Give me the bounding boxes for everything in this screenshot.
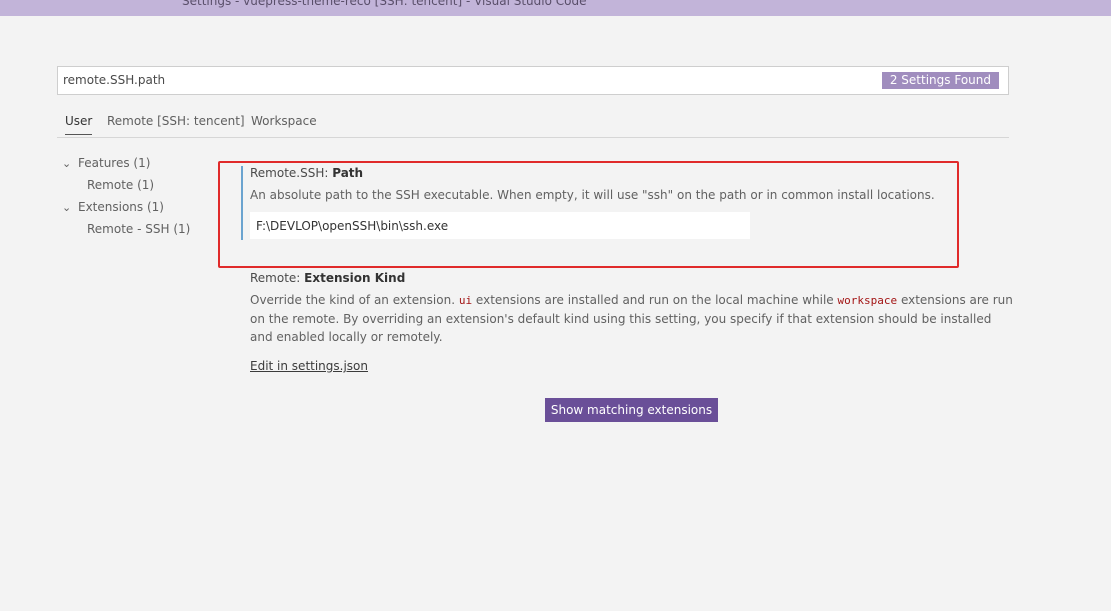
settings-search-input[interactable]: remote.SSH.path 2 Settings Found bbox=[57, 66, 1009, 95]
chevron-down-icon: ⌄ bbox=[62, 201, 72, 214]
setting-title-extension-kind: Remote: Extension Kind bbox=[250, 271, 405, 285]
toc-label: Extensions (1) bbox=[78, 200, 164, 214]
toc-label: Features (1) bbox=[78, 156, 151, 170]
results-count-badge: 2 Settings Found bbox=[881, 72, 999, 89]
edit-in-settings-json-link[interactable]: Edit in settings.json bbox=[250, 359, 368, 373]
title-bar: Settings - vuepress-theme-reco [SSH: ten… bbox=[0, 0, 1111, 16]
annotation-highlight-box bbox=[218, 161, 959, 268]
description-text: Override the kind of an extension. bbox=[250, 293, 459, 307]
toc-label: Remote (1) bbox=[87, 178, 155, 192]
toc-item-features[interactable]: ⌄ Features (1) bbox=[62, 156, 150, 170]
window-title: Settings - vuepress-theme-reco [SSH: ten… bbox=[182, 0, 587, 8]
code-workspace: workspace bbox=[837, 294, 898, 307]
toc-item-remote-ssh[interactable]: Remote - SSH (1) bbox=[87, 222, 190, 236]
setting-description-extension-kind: Override the kind of an extension. ui ex… bbox=[250, 291, 1015, 346]
toc-label: Remote - SSH (1) bbox=[87, 222, 191, 236]
toc-item-extensions[interactable]: ⌄ Extensions (1) bbox=[62, 200, 164, 214]
chevron-down-icon: ⌄ bbox=[62, 157, 72, 170]
setting-name: Extension Kind bbox=[304, 271, 406, 285]
settings-scope-tabs: User Remote [SSH: tencent] Workspace bbox=[57, 109, 1009, 138]
show-matching-extensions-button[interactable]: Show matching extensions bbox=[545, 398, 718, 422]
setting-category: Remote: bbox=[250, 271, 305, 285]
search-value: remote.SSH.path bbox=[63, 73, 166, 87]
description-text: extensions are installed and run on the … bbox=[472, 293, 838, 307]
tab-user[interactable]: User bbox=[65, 114, 93, 135]
code-ui: ui bbox=[458, 294, 473, 307]
tab-remote-ssh[interactable]: Remote [SSH: tencent] bbox=[107, 114, 245, 134]
toc-item-remote[interactable]: Remote (1) bbox=[87, 178, 154, 192]
tab-workspace[interactable]: Workspace bbox=[251, 114, 317, 134]
